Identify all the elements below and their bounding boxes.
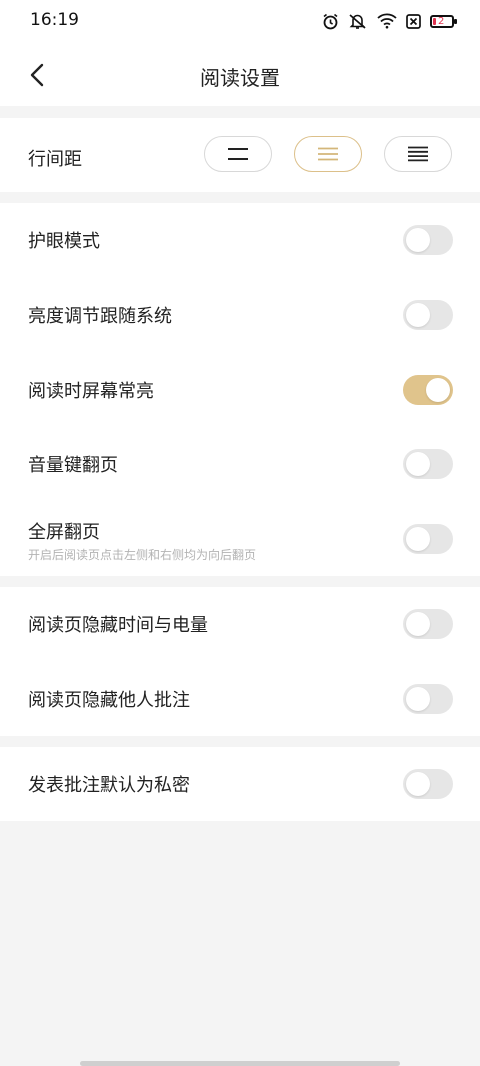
list-item-brightness-follow-system: 亮度调节跟随系统 (0, 278, 480, 352)
eye-protection-toggle[interactable] (403, 225, 453, 255)
compact-spacing-icon (228, 148, 248, 160)
list-item-screen-always-on: 阅读时屏幕常亮 (0, 353, 480, 427)
list-item-fullscreen-page-turn: 全屏翻页 开启后阅读页点击左侧和右侧均为向后翻页 (0, 502, 480, 576)
setting-label: 发表批注默认为私密 (28, 775, 190, 796)
navigation-bar: 阅读设置 (0, 42, 480, 106)
list-item-eye-protection: 护眼模式 (0, 203, 480, 277)
list-item-private-annotations: 发表批注默认为私密 (0, 747, 480, 821)
setting-label: 护眼模式 (28, 231, 100, 252)
volume-key-page-turn-toggle[interactable] (403, 449, 453, 479)
fullscreen-page-turn-toggle[interactable] (403, 524, 453, 554)
medium-spacing-icon (318, 147, 338, 161)
privacy-options-group: 阅读页隐藏时间与电量 阅读页隐藏他人批注 (0, 587, 480, 736)
battery-level: 2 (438, 15, 445, 27)
wifi-icon (377, 13, 397, 29)
setting-label: 阅读时屏幕常亮 (28, 381, 154, 402)
alarm-icon (322, 13, 339, 30)
status-bar: 16:19 2 (0, 0, 480, 42)
list-item-hide-others-annotations: 阅读页隐藏他人批注 (0, 662, 480, 736)
reading-settings-page: 16:19 2 阅读设置 行间距 护眼模式 亮度调节跟随系统 阅读时屏幕常亮 音… (0, 0, 480, 1066)
line-spacing-medium-button[interactable] (294, 136, 362, 172)
line-spacing-compact-button[interactable] (204, 136, 272, 172)
brightness-follow-toggle[interactable] (403, 300, 453, 330)
mute-icon (348, 13, 368, 30)
line-spacing-section: 行间距 (0, 118, 480, 192)
home-indicator[interactable] (80, 1061, 400, 1066)
screen-always-on-toggle[interactable] (403, 375, 453, 405)
list-item-volume-key-page-turn: 音量键翻页 (0, 427, 480, 501)
loose-spacing-icon (408, 146, 428, 162)
line-spacing-label: 行间距 (28, 149, 82, 170)
annotation-options-group: 发表批注默认为私密 (0, 747, 480, 821)
setting-description: 开启后阅读页点击左侧和右侧均为向后翻页 (28, 548, 257, 562)
status-icons: 2 (322, 10, 457, 32)
reading-options-group: 护眼模式 亮度调节跟随系统 阅读时屏幕常亮 音量键翻页 全屏翻页 开启后阅读页点… (0, 203, 480, 576)
battery-icon: 2 (430, 14, 457, 28)
hide-time-battery-toggle[interactable] (403, 609, 453, 639)
setting-label: 亮度调节跟随系统 (28, 306, 172, 327)
setting-label: 阅读页隐藏他人批注 (28, 690, 190, 711)
setting-label: 音量键翻页 (28, 455, 118, 476)
page-title: 阅读设置 (200, 66, 280, 90)
hide-others-annotations-toggle[interactable] (403, 684, 453, 714)
no-sim-icon (406, 13, 421, 29)
line-spacing-loose-button[interactable] (384, 136, 452, 172)
setting-label: 阅读页隐藏时间与电量 (28, 615, 208, 636)
private-annotations-toggle[interactable] (403, 769, 453, 799)
setting-label: 全屏翻页 (28, 522, 100, 543)
list-item-hide-time-battery: 阅读页隐藏时间与电量 (0, 587, 480, 661)
status-time: 16:19 (30, 10, 79, 30)
